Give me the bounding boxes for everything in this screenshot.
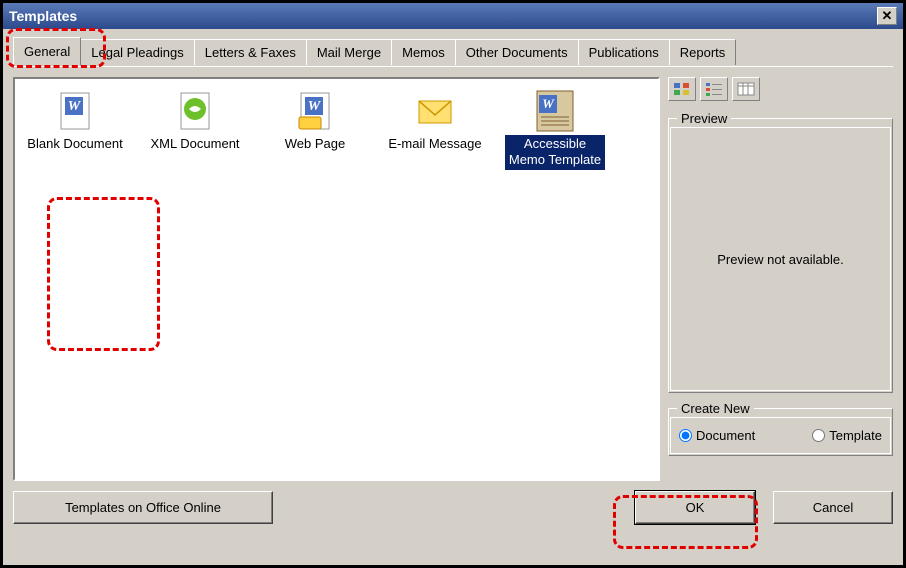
view-large-icons-button[interactable]: [668, 77, 696, 101]
template-accessible-memo[interactable]: W Accessible Memo Template: [505, 89, 605, 170]
cancel-button[interactable]: Cancel: [773, 491, 893, 524]
template-email-message[interactable]: E-mail Message: [385, 89, 485, 170]
right-pane: Preview Preview not available. Create Ne…: [668, 77, 893, 481]
word-document-icon: W: [53, 89, 97, 133]
tab-legal-pleadings[interactable]: Legal Pleadings: [80, 39, 195, 65]
template-list[interactable]: W Blank Document XML Document W Web Page: [13, 77, 660, 481]
preview-placeholder-text: Preview not available.: [717, 252, 843, 267]
preview-fieldset: Preview Preview not available.: [668, 111, 893, 393]
svg-text:W: W: [308, 99, 322, 114]
xml-document-icon: [173, 89, 217, 133]
large-icons-icon: [673, 82, 691, 96]
close-button[interactable]: ✕: [877, 7, 897, 25]
tab-label: Mail Merge: [317, 45, 381, 60]
radio-template-label[interactable]: Template: [829, 428, 882, 443]
tab-label: General: [24, 44, 70, 59]
tab-letters-faxes[interactable]: Letters & Faxes: [194, 39, 307, 65]
content-area: W Blank Document XML Document W Web Page: [13, 66, 893, 481]
svg-text:W: W: [68, 99, 82, 114]
preview-area: Preview not available.: [677, 134, 884, 384]
list-icon: [705, 82, 723, 96]
create-new-fieldset: Create New Document Template: [668, 401, 893, 456]
dialog-body: General Legal Pleadings Letters & Faxes …: [3, 29, 903, 565]
web-page-icon: W: [293, 89, 337, 133]
template-blank-document[interactable]: W Blank Document: [25, 89, 125, 170]
template-label: Web Page: [283, 135, 347, 153]
tab-other-documents[interactable]: Other Documents: [455, 39, 579, 65]
tab-label: Memos: [402, 45, 445, 60]
tab-label: Legal Pleadings: [91, 45, 184, 60]
details-icon: [737, 82, 755, 96]
view-mode-buttons: [668, 77, 893, 101]
template-xml-document[interactable]: XML Document: [145, 89, 245, 170]
title-bar: Templates ✕: [3, 3, 903, 29]
tab-memos[interactable]: Memos: [391, 39, 456, 65]
view-details-button[interactable]: [732, 77, 760, 101]
tab-strip: General Legal Pleadings Letters & Faxes …: [13, 37, 893, 65]
template-label: E-mail Message: [386, 135, 483, 153]
tab-reports[interactable]: Reports: [669, 39, 737, 65]
template-label: Accessible Memo Template: [505, 135, 605, 170]
memo-template-icon: W: [533, 89, 577, 133]
dialog-title: Templates: [9, 8, 77, 24]
preview-legend: Preview: [677, 111, 731, 126]
ok-button[interactable]: OK: [635, 491, 755, 524]
email-icon: [413, 89, 457, 133]
tab-label: Letters & Faxes: [205, 45, 296, 60]
button-label: Cancel: [813, 500, 853, 515]
template-label: Blank Document: [25, 135, 124, 153]
office-online-button[interactable]: Templates on Office Online: [13, 491, 273, 524]
template-label: XML Document: [148, 135, 241, 153]
radio-template[interactable]: [812, 429, 825, 442]
tab-publications[interactable]: Publications: [578, 39, 670, 65]
template-web-page[interactable]: W Web Page: [265, 89, 365, 170]
create-new-legend: Create New: [677, 401, 754, 416]
dialog-bottom-buttons: Templates on Office Online OK Cancel: [13, 491, 893, 524]
radio-document[interactable]: [679, 429, 692, 442]
svg-text:W: W: [542, 96, 555, 111]
close-icon: ✕: [882, 8, 893, 24]
create-new-radios: Document Template: [677, 424, 884, 447]
tab-label: Reports: [680, 45, 726, 60]
button-label: Templates on Office Online: [65, 500, 221, 515]
radio-document-label[interactable]: Document: [696, 428, 755, 443]
tab-label: Other Documents: [466, 45, 568, 60]
view-list-button[interactable]: [700, 77, 728, 101]
tab-mail-merge[interactable]: Mail Merge: [306, 39, 392, 65]
tab-general[interactable]: General: [13, 37, 81, 66]
tab-label: Publications: [589, 45, 659, 60]
button-label: OK: [686, 500, 705, 515]
